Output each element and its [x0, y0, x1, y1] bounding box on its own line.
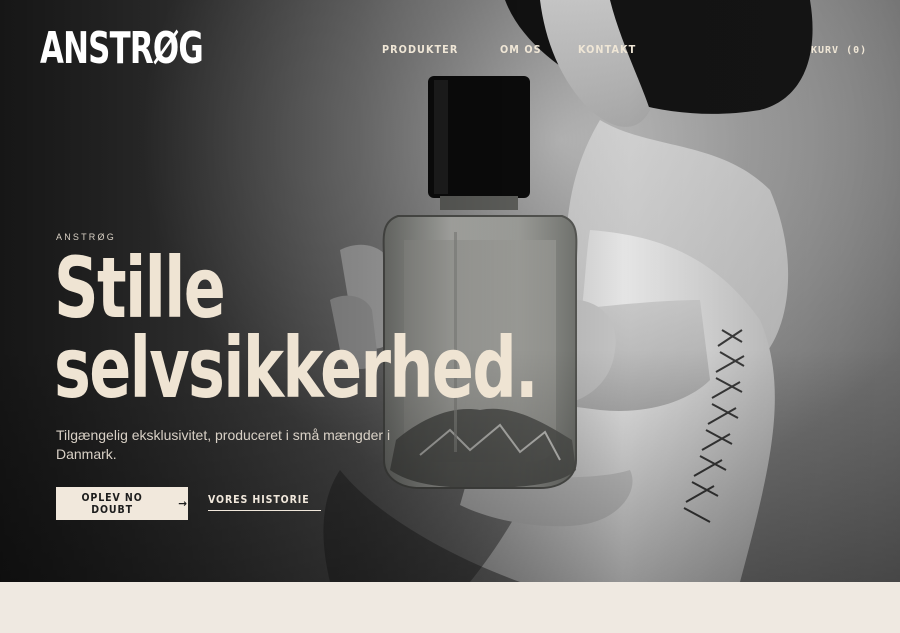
hero-section: ANSTRØG PRODUKTER OM OS KONTAKT KURV (0)… [0, 0, 900, 582]
hero-subtitle: Tilgængelig eksklusivitet, produceret i … [56, 427, 391, 462]
main-nav: PRODUKTER OM OS KONTAKT [382, 43, 675, 56]
nav-item-kontakt[interactable]: KONTAKT [578, 43, 636, 56]
arrow-right-icon: → [178, 497, 188, 510]
hero-headline: Stille selvsikkerhed. [54, 239, 539, 417]
nav-item-produkter[interactable]: PRODUKTER [382, 43, 458, 56]
brand-logo[interactable]: ANSTRØG [40, 24, 204, 74]
nav-item-om-os[interactable]: OM OS [500, 43, 542, 56]
hero-headline-line-2: selvsikkerhed. [54, 319, 539, 417]
hero-headline-line-1: Stille [54, 239, 226, 337]
site-header: ANSTRØG PRODUKTER OM OS KONTAKT KURV (0) [0, 0, 900, 100]
next-section [0, 582, 900, 633]
cart-link[interactable]: KURV (0) [811, 45, 867, 56]
primary-cta-label: OPLEV NO DOUBT [81, 491, 143, 516]
secondary-cta-label: VORES HISTORIE [208, 494, 310, 506]
oplev-no-doubt-button[interactable]: OPLEV NO DOUBT → [56, 487, 188, 520]
vores-historie-link[interactable]: VORES HISTORIE [208, 494, 321, 511]
